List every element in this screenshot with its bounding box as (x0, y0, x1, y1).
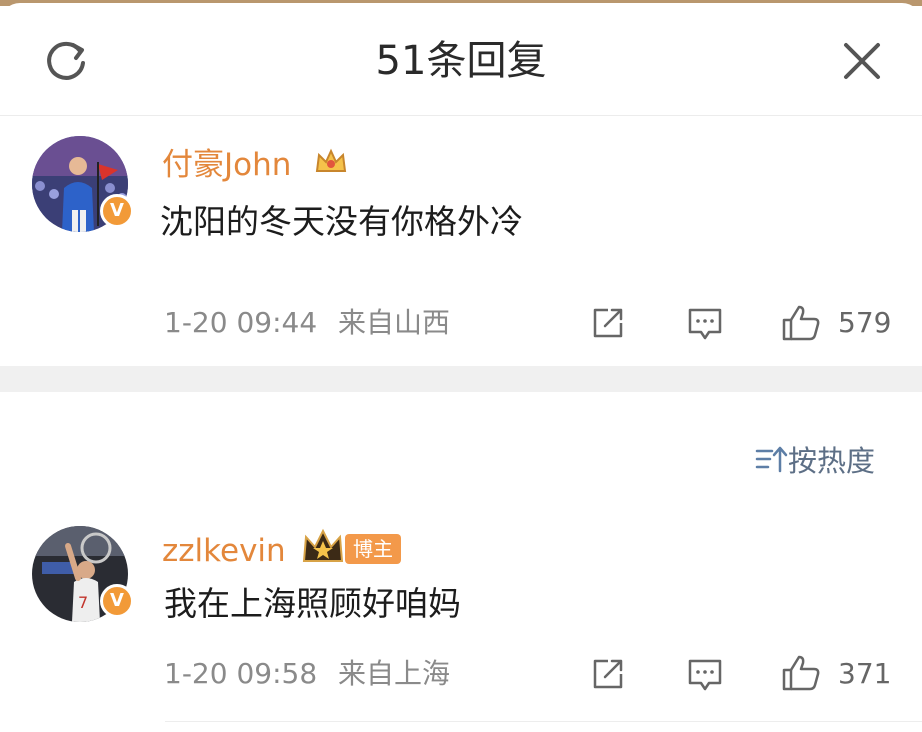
sort-button[interactable]: 按热度 (754, 439, 875, 483)
comment-icon (688, 308, 722, 340)
like-count: 579 (838, 306, 892, 339)
share-button[interactable] (590, 656, 626, 696)
replies-sheet: 51条回复 V 付豪John 沈阳的冬天没有你格外冷 1-20 09:44 来自… (0, 3, 922, 732)
page-title: 51条回复 (375, 38, 547, 84)
comment-time: 1-20 09:44 (164, 306, 318, 339)
like-button[interactable] (780, 303, 822, 347)
verified-badge-icon: V (100, 584, 134, 618)
share-button[interactable] (590, 305, 626, 345)
comment-text: 沈阳的冬天没有你格外冷 (160, 202, 523, 241)
reply-button[interactable] (686, 656, 724, 698)
comment-time: 1-20 09:58 (164, 657, 318, 690)
blogger-badge: 博主 (345, 534, 401, 564)
sheet-header: 51条回复 (0, 3, 922, 116)
comment-location: 来自上海 (338, 657, 451, 690)
verified-badge-icon: V (100, 194, 134, 228)
share-icon (593, 659, 623, 689)
comment-location: 来自山西 (338, 306, 451, 339)
row-divider (165, 721, 922, 722)
sort-label: 按热度 (788, 444, 876, 478)
sort-icon (755, 446, 788, 473)
username[interactable]: 付豪John (162, 145, 291, 185)
reply-button[interactable] (686, 305, 724, 347)
close-icon (844, 43, 880, 79)
crown-icon (302, 528, 344, 562)
like-icon (782, 655, 820, 691)
avatar[interactable]: V (32, 136, 134, 232)
share-icon (593, 308, 623, 338)
username[interactable]: zzlkevin (162, 531, 286, 571)
like-icon (782, 305, 820, 341)
svg-text:7: 7 (78, 593, 88, 612)
avatar[interactable]: 7 V (32, 526, 134, 622)
comment-icon (688, 659, 722, 691)
crown-icon (315, 148, 347, 172)
comment-text: 我在上海照顾好咱妈 (164, 584, 461, 623)
like-count: 371 (838, 657, 892, 690)
section-divider (0, 366, 922, 392)
like-button[interactable] (780, 653, 822, 697)
close-button[interactable] (836, 35, 888, 87)
